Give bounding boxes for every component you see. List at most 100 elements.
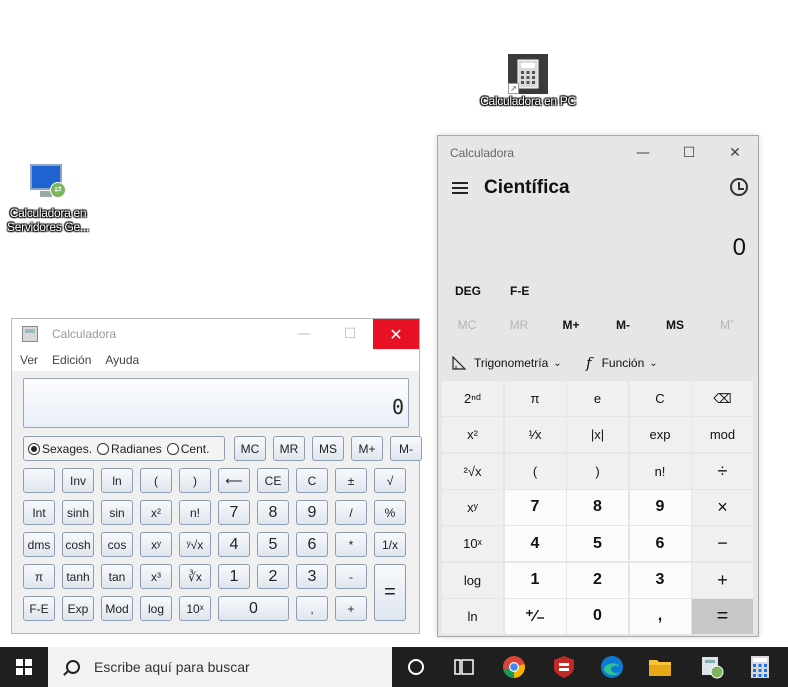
fe-button[interactable]: F-E xyxy=(510,284,529,298)
key-square[interactable]: x² xyxy=(442,417,503,453)
classic-key-sinh[interactable]: sinh xyxy=(62,500,94,525)
classic-key-ce[interactable]: CE xyxy=(257,468,289,493)
classic-key-2[interactable]: 2 xyxy=(257,564,289,589)
classic-key-plus[interactable]: + xyxy=(335,596,367,621)
chrome-icon[interactable] xyxy=(490,647,538,687)
key-close-paren[interactable]: ) xyxy=(567,453,628,489)
key--[interactable]: ⁺⁄₋ xyxy=(504,598,566,634)
classic-key-ten-power[interactable]: 10ˣ xyxy=(179,596,211,621)
memory-m--button[interactable]: M+ xyxy=(545,318,597,332)
classic-key-5[interactable]: 5 xyxy=(257,532,289,557)
menu-edicion[interactable]: Edición xyxy=(52,353,91,367)
classic-key-c[interactable]: C xyxy=(296,468,328,493)
key-factorial[interactable]: n! xyxy=(629,453,691,489)
key-power[interactable]: xʸ xyxy=(442,489,503,525)
classic-key-multiply[interactable]: * xyxy=(335,532,367,557)
minimize-button[interactable]: — xyxy=(620,136,666,170)
classic-key-cosh[interactable]: cosh xyxy=(62,532,94,557)
classic-key-decimal[interactable]: , xyxy=(296,596,328,621)
key-mod[interactable]: mod xyxy=(692,417,753,453)
cortana-icon[interactable] xyxy=(392,647,440,687)
edge-icon[interactable] xyxy=(588,647,636,687)
classic-key-3[interactable]: 3 xyxy=(296,564,328,589)
function-dropdown[interactable]: 𝑓 Función ⌄ xyxy=(586,354,696,372)
classic-key-minus[interactable]: - xyxy=(335,564,367,589)
maximize-button[interactable]: ☐ xyxy=(666,136,712,170)
classic-key-8[interactable]: 8 xyxy=(257,500,289,525)
desktop-icon-calculadora-servidores[interactable]: ⇄ Calculadora en Servidores Ge... xyxy=(0,162,96,234)
key--[interactable]: ÷ xyxy=(692,453,753,489)
classic-key-percent[interactable]: % xyxy=(374,500,406,525)
desktop-icon-calculadora-pc[interactable]: ↗ Calculadora en PC xyxy=(480,54,576,108)
radio-sexages[interactable]: Sexages. xyxy=(28,442,92,456)
key-3[interactable]: 3 xyxy=(629,562,691,598)
classic-key-cuberoot[interactable]: ∛x xyxy=(179,564,211,589)
minimize-button[interactable]: — xyxy=(281,319,327,349)
classic-key-log[interactable]: log xyxy=(140,596,172,621)
classic-key-open-paren[interactable]: ( xyxy=(140,468,172,493)
key--x-[interactable]: |x| xyxy=(567,417,628,453)
memory-mr-button[interactable]: MR xyxy=(273,436,305,461)
history-icon[interactable] xyxy=(730,178,748,196)
key-8[interactable]: 8 xyxy=(567,489,628,525)
classic-key-inv[interactable]: Inv xyxy=(62,468,94,493)
key--[interactable]: ⌫ xyxy=(692,381,753,416)
deg-button[interactable]: DEG xyxy=(455,284,481,298)
memory-m--button[interactable]: M+ xyxy=(351,436,383,461)
maximize-button[interactable]: ☐ xyxy=(327,319,373,349)
classic-key-1[interactable]: 1 xyxy=(218,564,250,589)
antivirus-icon[interactable] xyxy=(540,647,588,687)
key--[interactable]: − xyxy=(692,526,753,562)
key-pi[interactable]: π xyxy=(504,381,566,416)
classic-key-exp[interactable]: Exp xyxy=(62,596,94,621)
memory-mc-button[interactable]: MC xyxy=(441,318,493,332)
classic-key-divide[interactable]: / xyxy=(335,500,367,525)
key-plus[interactable]: + xyxy=(692,562,753,598)
modern-titlebar[interactable]: Calculadora — ☐ ✕ xyxy=(438,136,758,170)
memory-mc-button[interactable]: MC xyxy=(234,436,266,461)
key--x[interactable]: ²√x xyxy=(442,453,503,489)
classic-key-close-paren[interactable]: ) xyxy=(179,468,211,493)
classic-key-tan[interactable]: tan xyxy=(101,564,133,589)
classic-key-backspace[interactable]: ⟵ xyxy=(218,468,250,493)
memory-m--button[interactable]: M- xyxy=(597,318,649,332)
task-view-icon[interactable] xyxy=(440,647,488,687)
key-6[interactable]: 6 xyxy=(629,526,691,562)
key-e[interactable]: e xyxy=(567,381,628,416)
key-ln[interactable]: ln xyxy=(442,598,503,634)
key-decimal[interactable]: , xyxy=(629,598,691,634)
trigonometry-dropdown[interactable]: Trigonometría ⌄ xyxy=(452,356,572,370)
hamburger-menu-icon[interactable] xyxy=(452,182,468,194)
key-2[interactable]: 2 xyxy=(567,562,628,598)
key-5[interactable]: 5 xyxy=(567,526,628,562)
classic-key-9[interactable]: 9 xyxy=(296,500,328,525)
radio-cent[interactable]: Cent. xyxy=(166,442,209,456)
classic-key-ln[interactable]: ln xyxy=(101,468,133,493)
classic-key-plus-minus[interactable]: ± xyxy=(335,468,367,493)
memory-mr-button[interactable]: MR xyxy=(493,318,545,332)
key-ten-power[interactable]: 10ˣ xyxy=(442,526,503,562)
key-1[interactable]: 1 xyxy=(504,562,566,598)
classic-key-dms[interactable]: dms xyxy=(23,532,55,557)
file-explorer-icon[interactable] xyxy=(636,647,684,687)
memory-ms-button[interactable]: MS xyxy=(312,436,344,461)
classic-key-yroot[interactable]: ʸ√x xyxy=(179,532,211,557)
classic-key-power[interactable]: xʸ xyxy=(140,532,172,557)
start-button[interactable] xyxy=(0,647,48,687)
key-exp[interactable]: exp xyxy=(629,417,691,453)
classic-key-reciprocal[interactable]: 1/x xyxy=(374,532,406,557)
classic-key-tanh[interactable]: tanh xyxy=(62,564,94,589)
classic-key-0[interactable]: 0 xyxy=(218,596,289,621)
search-box[interactable]: Escribe aquí para buscar xyxy=(48,647,392,687)
classic-key-int[interactable]: Int xyxy=(23,500,55,525)
classic-key-blank[interactable] xyxy=(23,468,55,493)
classic-key-6[interactable]: 6 xyxy=(296,532,328,557)
classic-key-cos[interactable]: cos xyxy=(101,532,133,557)
key--x[interactable]: ¹⁄x xyxy=(504,417,566,453)
classic-key-pi[interactable]: π xyxy=(23,564,55,589)
classic-key-factorial[interactable]: n! xyxy=(179,500,211,525)
menu-ver[interactable]: Ver xyxy=(20,353,38,367)
classic-key-f-e[interactable]: F-E xyxy=(23,596,55,621)
key-7[interactable]: 7 xyxy=(504,489,566,525)
key-open-paren[interactable]: ( xyxy=(504,453,566,489)
